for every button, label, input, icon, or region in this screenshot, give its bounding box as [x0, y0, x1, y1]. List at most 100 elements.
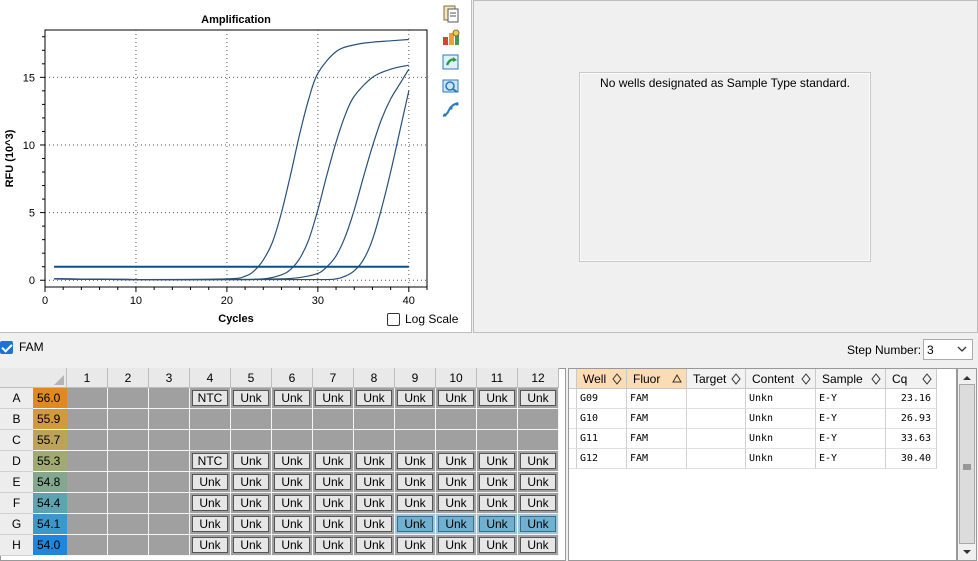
plate-well[interactable]: Unk — [190, 493, 231, 514]
plate-row-header[interactable]: A — [0, 388, 33, 409]
table-cell-content[interactable]: Unkn — [746, 409, 816, 429]
plate-well[interactable]: Unk — [436, 451, 477, 472]
sort-icon[interactable] — [871, 373, 881, 385]
column-header-cq[interactable]: Cq — [886, 369, 937, 389]
plate-well[interactable] — [395, 430, 436, 451]
plate-well[interactable]: Unk — [190, 472, 231, 493]
plate-well[interactable]: Unk — [436, 388, 477, 409]
table-cell-fluor[interactable]: FAM — [627, 429, 687, 449]
table-cell-cq[interactable]: 26.93 — [886, 409, 937, 429]
fluor-filter[interactable]: FAM — [0, 338, 44, 356]
log-scale-checkbox[interactable] — [387, 312, 400, 326]
plate-well[interactable] — [354, 430, 395, 451]
plate-well[interactable] — [149, 493, 190, 514]
plate-column-header[interactable]: 11 — [477, 368, 518, 388]
plate-well[interactable]: Unk — [190, 535, 231, 556]
plate-well[interactable] — [108, 409, 149, 430]
plate-well[interactable]: NTC — [190, 388, 231, 409]
table-cell-fluor[interactable]: FAM — [627, 449, 687, 469]
plate-well[interactable]: Unk — [354, 514, 395, 535]
plate-well[interactable] — [149, 430, 190, 451]
plate-well[interactable]: Unk — [518, 514, 559, 535]
sort-ascending-icon[interactable] — [672, 373, 682, 385]
table-cell-cq[interactable]: 30.40 — [886, 449, 937, 469]
plate-column-header[interactable]: 4 — [190, 368, 231, 388]
plate-well[interactable] — [436, 430, 477, 451]
plate-well[interactable]: Unk — [395, 472, 436, 493]
plate-well[interactable] — [231, 430, 272, 451]
plate-well[interactable] — [436, 409, 477, 430]
refresh-icon[interactable] — [441, 53, 461, 71]
plate-column-header[interactable]: 12 — [518, 368, 559, 388]
sort-icon[interactable] — [731, 373, 741, 385]
table-cell-cq[interactable]: 33.63 — [886, 429, 937, 449]
column-header-sample[interactable]: Sample — [816, 369, 886, 389]
plate-well[interactable]: Unk — [518, 472, 559, 493]
table-cell-target[interactable] — [687, 429, 746, 449]
plate-well[interactable]: Unk — [313, 514, 354, 535]
plate-well[interactable] — [231, 409, 272, 430]
plate-corner[interactable] — [0, 368, 67, 388]
plate-column-header[interactable]: 6 — [272, 368, 313, 388]
plate-well[interactable]: Unk — [436, 472, 477, 493]
plate-well[interactable]: Unk — [272, 493, 313, 514]
plate-well[interactable]: Unk — [477, 472, 518, 493]
plate-well[interactable]: Unk — [477, 514, 518, 535]
sort-icon[interactable] — [801, 373, 811, 385]
column-header-content[interactable]: Content — [746, 369, 816, 389]
plate-well[interactable] — [518, 409, 559, 430]
plate-well[interactable]: Unk — [313, 451, 354, 472]
plate-well[interactable] — [313, 409, 354, 430]
plate-well[interactable]: Unk — [354, 451, 395, 472]
table-cell-content[interactable]: Unkn — [746, 449, 816, 469]
select-all-icon[interactable] — [54, 375, 64, 385]
plate-well[interactable]: Unk — [354, 535, 395, 556]
plate-well[interactable]: Unk — [231, 451, 272, 472]
plate-well[interactable]: Unk — [231, 514, 272, 535]
plate-well[interactable]: Unk — [313, 493, 354, 514]
plate-well[interactable] — [272, 430, 313, 451]
plate-well[interactable]: Unk — [436, 493, 477, 514]
plate-well[interactable]: Unk — [231, 535, 272, 556]
plate-well[interactable]: Unk — [354, 388, 395, 409]
plate-row-header[interactable]: B — [0, 409, 33, 430]
export-icon[interactable] — [441, 29, 461, 47]
plate-well[interactable] — [108, 514, 149, 535]
table-cell-sample[interactable]: E-Y — [816, 429, 886, 449]
plate-well[interactable]: Unk — [477, 535, 518, 556]
plate-well[interactable]: Unk — [272, 472, 313, 493]
table-cell-well[interactable]: G12 — [577, 449, 627, 469]
column-header-target[interactable]: Target — [687, 369, 746, 389]
row-selector[interactable] — [569, 409, 577, 429]
table-cell-content[interactable]: Unkn — [746, 389, 816, 409]
plate-well[interactable]: Unk — [436, 514, 477, 535]
plate-well[interactable] — [149, 451, 190, 472]
table-cell-well[interactable]: G10 — [577, 409, 627, 429]
fluor-checkbox[interactable] — [0, 340, 13, 354]
log-scale-toggle[interactable]: Log Scale — [387, 311, 458, 327]
plate-well[interactable] — [108, 451, 149, 472]
plate-well[interactable] — [354, 409, 395, 430]
plate-well[interactable] — [149, 535, 190, 556]
plate-column-header[interactable]: 10 — [436, 368, 477, 388]
plate-well[interactable]: Unk — [272, 388, 313, 409]
plate-well[interactable] — [108, 535, 149, 556]
plate-row-header[interactable]: G — [0, 514, 33, 535]
plate-well[interactable]: Unk — [518, 388, 559, 409]
table-cell-content[interactable]: Unkn — [746, 429, 816, 449]
plate-well[interactable]: Unk — [395, 514, 436, 535]
plate-row-header[interactable]: E — [0, 472, 33, 493]
plate-well[interactable]: Unk — [477, 451, 518, 472]
plate-column-header[interactable]: 1 — [67, 368, 108, 388]
plate-well[interactable]: Unk — [354, 493, 395, 514]
table-cell-target[interactable] — [687, 389, 746, 409]
plate-well[interactable] — [67, 514, 108, 535]
row-selector[interactable] — [569, 389, 577, 409]
plate-well[interactable] — [272, 409, 313, 430]
plate-column-header[interactable]: 9 — [395, 368, 436, 388]
plate-well[interactable] — [108, 430, 149, 451]
table-cell-fluor[interactable]: FAM — [627, 389, 687, 409]
copy-icon[interactable] — [441, 5, 461, 23]
plate-well[interactable]: Unk — [395, 535, 436, 556]
plate-well[interactable] — [67, 409, 108, 430]
